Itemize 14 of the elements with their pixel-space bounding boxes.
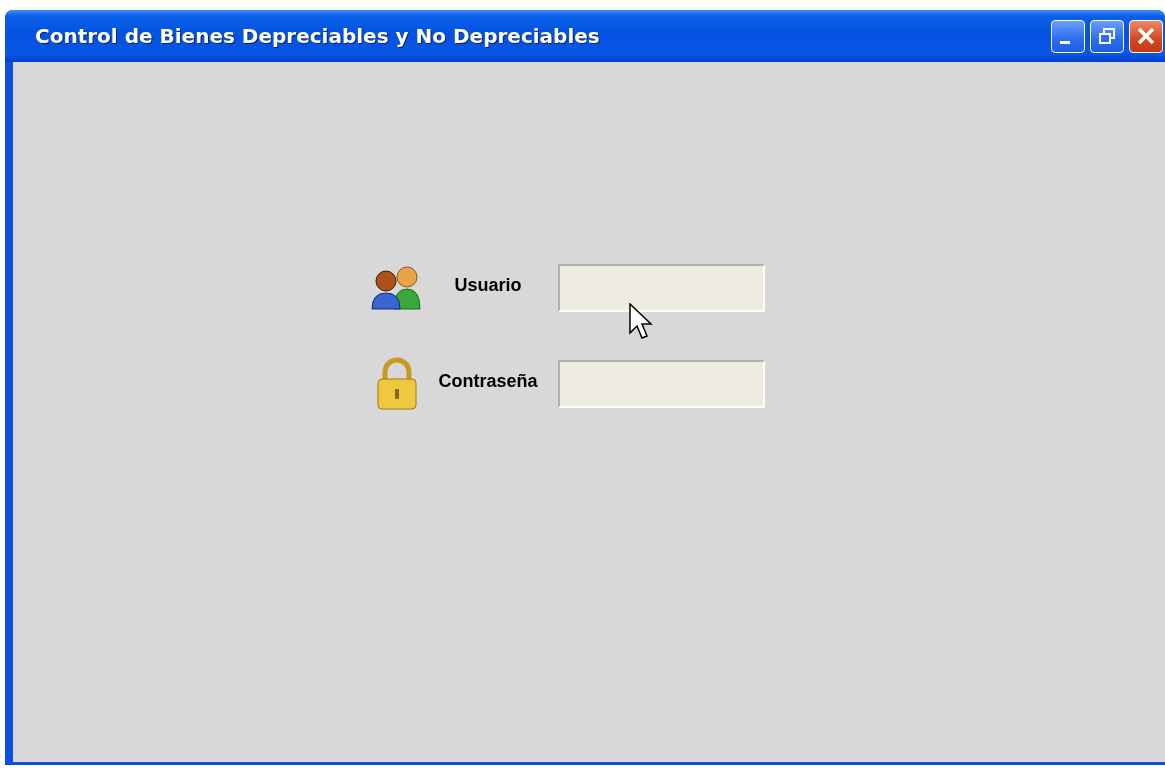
minimize-button[interactable] [1051, 19, 1085, 53]
restore-button[interactable] [1090, 19, 1124, 53]
password-field[interactable] [558, 360, 765, 408]
restore-icon [1098, 27, 1116, 45]
users-icon [370, 265, 424, 311]
close-icon [1136, 26, 1156, 46]
field-label: Usuario [454, 274, 522, 296]
padlock-icon [376, 357, 418, 411]
field-label: Contraseña [438, 370, 538, 392]
close-button[interactable] [1129, 19, 1163, 53]
cursor-icon [629, 303, 653, 341]
window-title: Control de Bienes Depreciables y No Depreciables [35, 24, 600, 48]
username-field[interactable] [558, 264, 765, 312]
minimize-icon [1060, 40, 1070, 44]
